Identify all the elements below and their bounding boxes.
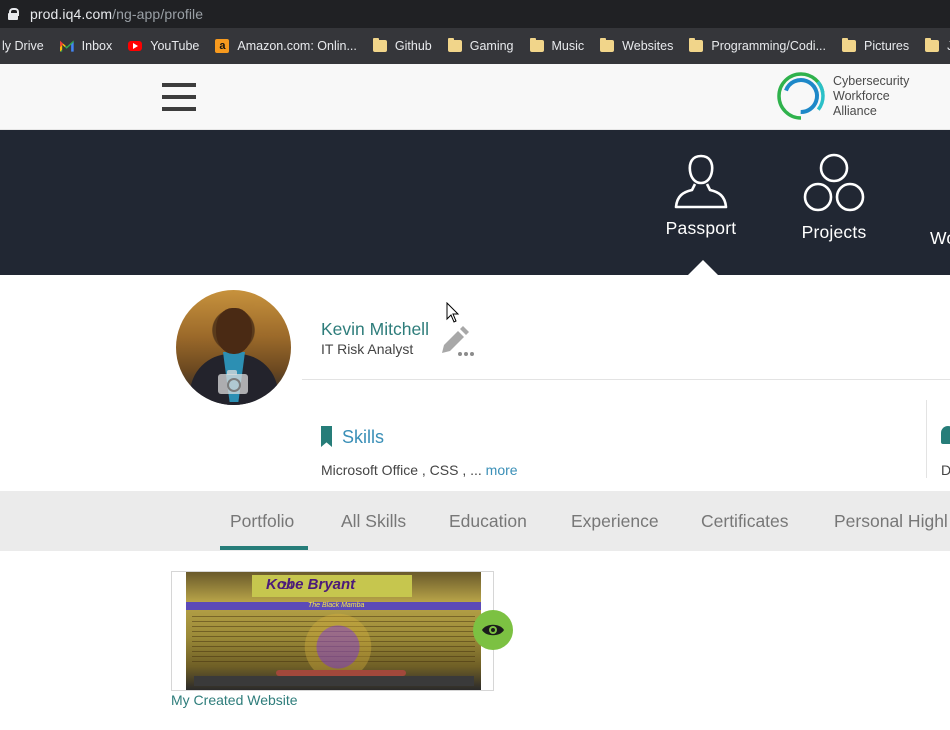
nav-label: Passport: [665, 218, 737, 238]
mouse-cursor-icon: [446, 302, 460, 323]
folder-icon: [529, 38, 544, 52]
nav-label: Projects: [801, 222, 867, 242]
bookmark-label: YouTube: [150, 39, 200, 53]
skills-summary: Microsoft Office , CSS , ... more: [321, 462, 518, 478]
main-nav: Passport Projects Wo: [0, 130, 950, 275]
bookmark-websites[interactable]: Websites: [592, 34, 681, 58]
person-icon: [674, 154, 728, 209]
tab-experience[interactable]: Experience: [571, 511, 659, 532]
bookmark-label: Inbox: [81, 39, 113, 53]
camera-icon[interactable]: [218, 370, 248, 394]
tab-personal-highlights[interactable]: Personal Highl: [834, 511, 948, 532]
bookmark-label: Gaming: [469, 39, 514, 53]
bookmark-programming[interactable]: Programming/Codi...: [681, 34, 834, 58]
address-bar[interactable]: prod.iq4.com/ng-app/profile: [0, 0, 950, 28]
view-eye-button[interactable]: [473, 610, 513, 650]
bookmark-label: Music: [551, 39, 585, 53]
thumb-title: Kobe Bryant: [266, 576, 356, 593]
nav-label: Wo: [930, 228, 950, 248]
portfolio-thumbnail[interactable]: 24 Kobe Bryant The Black Mamba: [186, 572, 481, 690]
active-tab-indicator: [220, 546, 308, 550]
logo-text: Cybersecurity Workforce Alliance: [833, 73, 910, 118]
amazon-icon: a: [215, 39, 230, 53]
avatar[interactable]: [176, 290, 291, 405]
bookmark-github[interactable]: Github: [365, 34, 440, 58]
youtube-icon: [128, 41, 143, 51]
folder-icon: [447, 38, 462, 52]
profile-divider: [302, 379, 950, 380]
eye-icon: [482, 624, 504, 636]
skills-heading[interactable]: Skills: [342, 427, 384, 448]
skills-list-text: Microsoft Office , CSS , ...: [321, 462, 486, 478]
cyber-workforce-alliance-logo[interactable]: Cybersecurity Workforce Alliance: [775, 70, 909, 122]
bookmark-drive[interactable]: ly Drive: [0, 34, 52, 58]
nav-passport[interactable]: Passport: [665, 152, 737, 239]
thumb-subtitle: The Black Mamba: [308, 602, 365, 609]
portfolio-card[interactable]: 24 Kobe Bryant The Black Mamba: [171, 571, 494, 691]
tab-all-skills[interactable]: All Skills: [341, 511, 406, 532]
badge-icon: [941, 426, 950, 444]
profile-title: IT Risk Analyst: [321, 341, 414, 357]
folder-icon: [372, 38, 387, 52]
partial-section-text: D: [941, 462, 950, 478]
folder-icon: [841, 38, 856, 52]
bookmark-gaming[interactable]: Gaming: [440, 34, 522, 58]
bookmark-jo[interactable]: Jo: [917, 34, 950, 58]
gmail-icon: [59, 40, 74, 52]
edit-pencil-icon[interactable]: [438, 325, 476, 357]
bookmark-youtube[interactable]: YouTube: [120, 34, 207, 58]
bookmark-label: Programming/Codi...: [711, 39, 826, 53]
bookmark-pictures[interactable]: Pictures: [834, 34, 917, 58]
tab-education[interactable]: Education: [449, 511, 527, 532]
site-header: Cybersecurity Workforce Alliance: [0, 64, 950, 130]
projects-icon: [803, 153, 865, 212]
tab-certificates[interactable]: Certificates: [701, 511, 789, 532]
bookmark-label: Amazon.com: Onlin...: [237, 39, 357, 53]
hamburger-menu-icon[interactable]: [162, 83, 196, 111]
tab-portfolio[interactable]: Portfolio: [230, 511, 294, 532]
bookmark-flag-icon: [321, 426, 332, 447]
profile-tab-bar: Portfolio All Skills Education Experienc…: [0, 491, 950, 551]
profile-name: Kevin Mitchell: [321, 319, 429, 339]
bookmark-label: Github: [394, 39, 432, 53]
lock-icon: [8, 8, 19, 20]
section-divider: [926, 400, 927, 478]
nav-projects[interactable]: Projects: [800, 152, 868, 243]
page-root: prod.iq4.com/ng-app/profile ly Drive Inb…: [0, 0, 950, 730]
bookmarks-bar: ly Drive Inbox YouTube a Amazon.com: Onli…: [0, 28, 950, 64]
bookmark-label: Pictures: [863, 39, 910, 53]
bookmark-label: Websites: [622, 39, 674, 53]
nav-partial-item[interactable]: Wo: [930, 152, 950, 249]
logo-ring-icon: [775, 70, 827, 122]
folder-icon: [925, 38, 940, 52]
bookmark-inbox[interactable]: Inbox: [52, 34, 121, 58]
url-text[interactable]: prod.iq4.com/ng-app/profile: [30, 6, 203, 22]
portfolio-caption[interactable]: My Created Website: [171, 692, 298, 708]
folder-icon: [689, 38, 704, 52]
bookmark-music[interactable]: Music: [522, 34, 593, 58]
active-nav-caret: [688, 260, 718, 275]
bookmark-amazon[interactable]: a Amazon.com: Onlin...: [207, 34, 365, 58]
bookmark-label: ly Drive: [2, 39, 44, 53]
skills-more-link[interactable]: more: [486, 462, 518, 478]
folder-icon: [600, 38, 615, 52]
